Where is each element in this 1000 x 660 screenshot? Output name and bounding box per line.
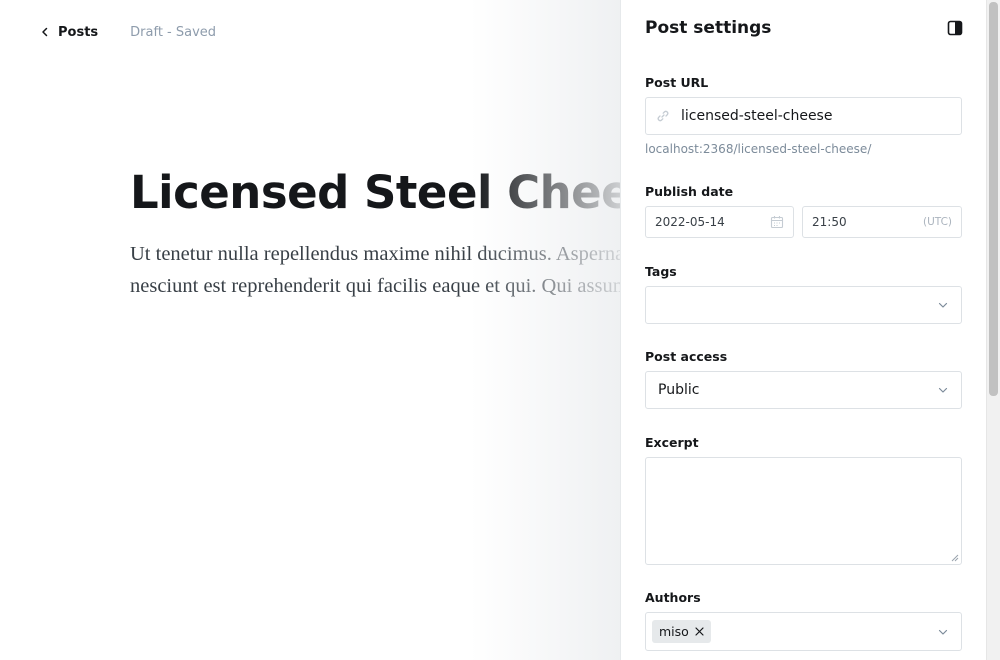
excerpt-textarea[interactable]: [645, 457, 962, 565]
panel-header: Post settings: [645, 18, 963, 38]
authors-select[interactable]: miso: [645, 612, 962, 651]
remove-icon[interactable]: [695, 627, 704, 636]
scrollbar[interactable]: [986, 0, 1000, 660]
editor-area: Posts Draft - Saved Licensed Steel Chees…: [0, 0, 620, 660]
publish-date-label: Publish date: [645, 184, 734, 199]
chevron-down-icon: [938, 302, 948, 308]
post-url-field[interactable]: licensed-steel-cheese: [645, 97, 962, 135]
back-to-posts-link[interactable]: Posts: [40, 25, 98, 40]
author-name: miso: [659, 624, 689, 639]
post-settings-panel: Post settings Post URL licensed-steel-ch…: [620, 0, 986, 660]
chevron-left-icon: [42, 27, 48, 37]
chevron-down-icon: [938, 387, 948, 393]
chevron-down-icon: [938, 629, 948, 635]
publish-date-input[interactable]: 2022-05-14: [645, 206, 794, 238]
post-url-preview: localhost:2368/licensed-steel-cheese/: [645, 142, 872, 156]
post-access-label: Post access: [645, 349, 728, 364]
author-token: miso: [652, 620, 711, 643]
tags-select[interactable]: [645, 286, 962, 324]
post-access-select[interactable]: Public: [645, 371, 962, 409]
calendar-icon[interactable]: [770, 215, 784, 229]
authors-label: Authors: [645, 590, 701, 605]
post-title[interactable]: Licensed Steel Cheese: [130, 166, 620, 219]
post-access-value: Public: [658, 382, 700, 398]
scrollbar-thumb[interactable]: [989, 2, 998, 396]
save-status: Draft - Saved: [130, 24, 217, 40]
publish-date-value: 2022-05-14: [655, 215, 725, 229]
post-body[interactable]: Ut tenetur nulla repellendus maxime nihi…: [130, 238, 620, 302]
resize-handle-icon[interactable]: [951, 554, 959, 562]
tags-label: Tags: [645, 264, 677, 279]
excerpt-label: Excerpt: [645, 435, 699, 450]
link-icon: [657, 110, 669, 122]
back-label: Posts: [58, 24, 99, 40]
post-url-value: licensed-steel-cheese: [681, 108, 833, 124]
publish-time-input[interactable]: 21:50 (UTC): [802, 206, 962, 238]
panel-title: Post settings: [645, 18, 772, 38]
editor-topbar: Posts Draft - Saved: [40, 22, 216, 42]
publish-time-value: 21:50: [812, 215, 847, 229]
timezone-label: (UTC): [922, 216, 952, 228]
post-url-label: Post URL: [645, 75, 709, 90]
sidebar-toggle-icon[interactable]: [947, 20, 963, 36]
